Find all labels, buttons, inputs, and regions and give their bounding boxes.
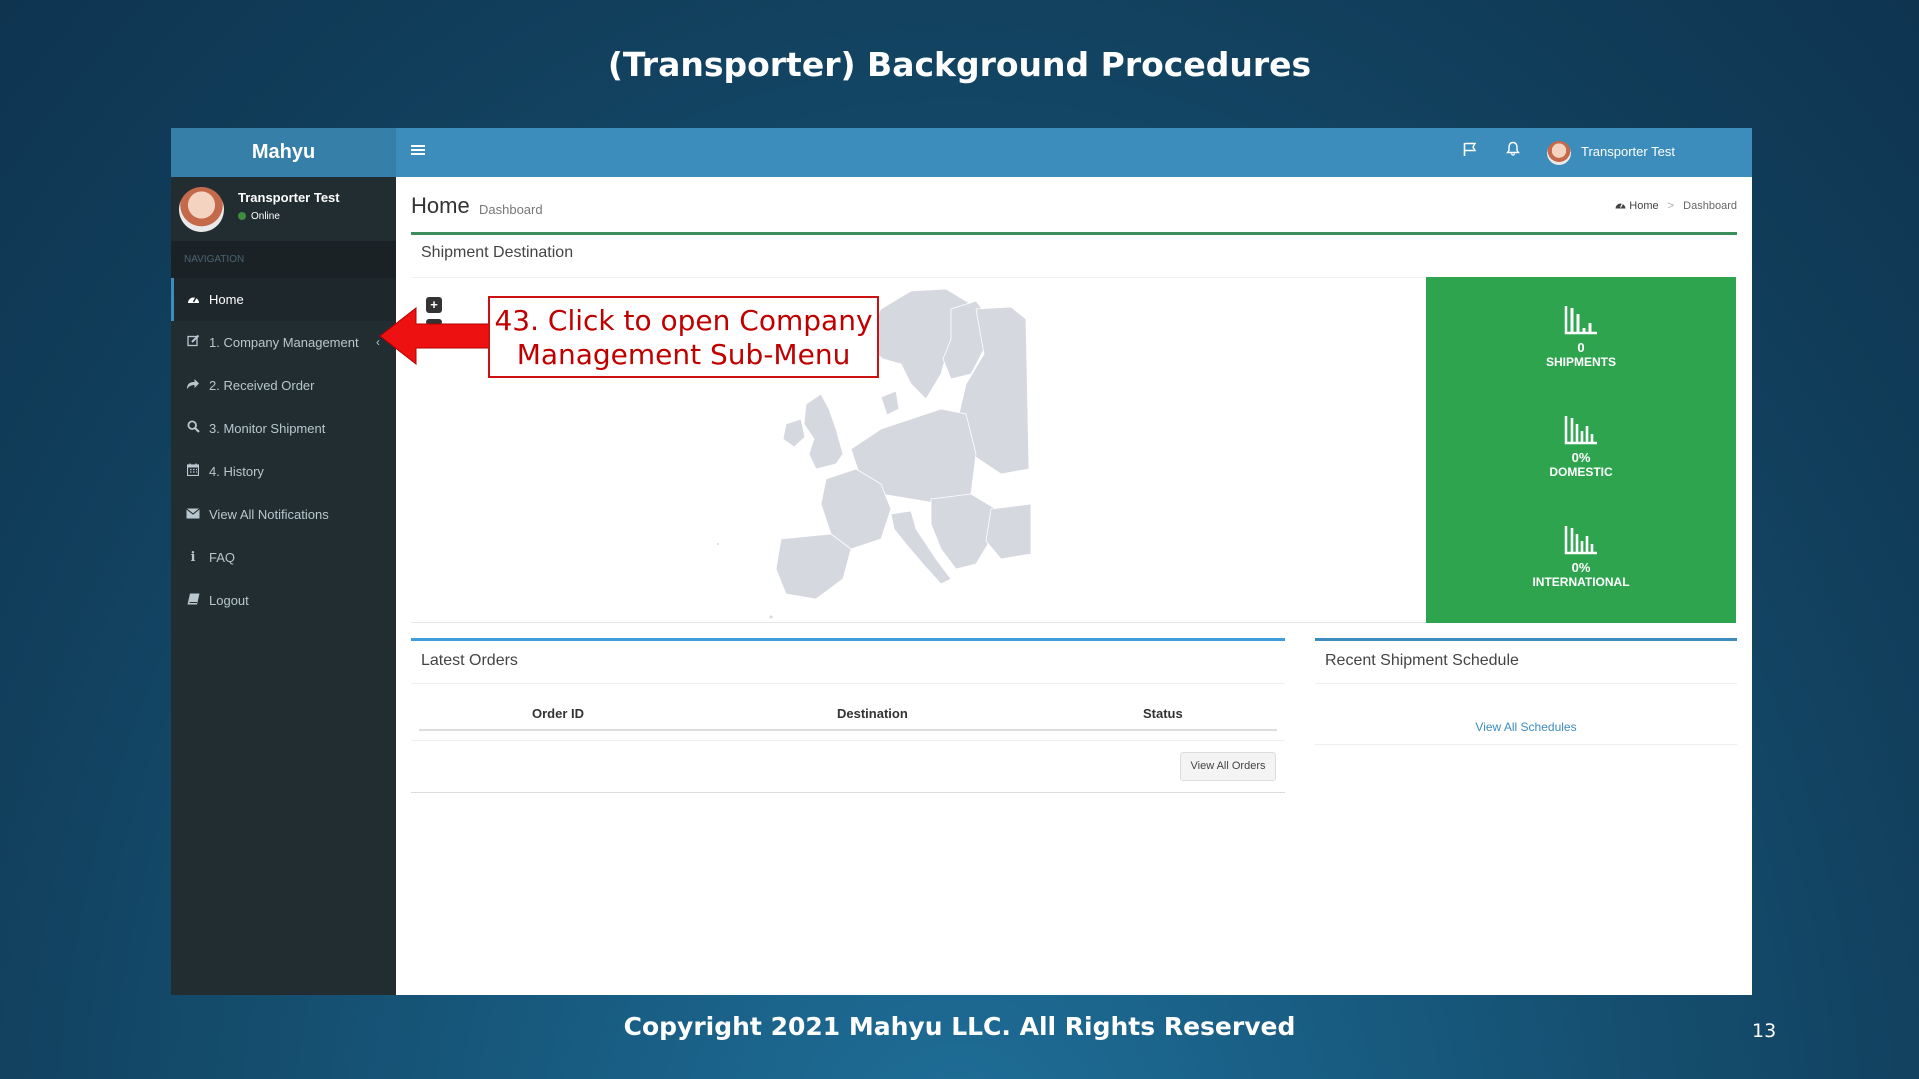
sidebar-item-history[interactable]: 4. History bbox=[171, 450, 396, 493]
box-header: Latest Orders bbox=[411, 641, 1285, 684]
column-header-status[interactable]: Status bbox=[1143, 706, 1183, 721]
bar-chart-icon bbox=[1564, 306, 1597, 335]
nav-header: NAVIGATION bbox=[171, 241, 396, 278]
breadcrumb-separator: > bbox=[1667, 200, 1675, 212]
sidebar-item-label: View All Notifications bbox=[209, 507, 329, 522]
page-subtitle: Dashboard bbox=[479, 202, 543, 217]
app-window: Mahyu Transporter Test Online NAVIGATION… bbox=[171, 128, 1752, 995]
brand-logo[interactable]: Mahyu bbox=[171, 128, 396, 177]
breadcrumb: Home > Dashboard bbox=[1615, 200, 1737, 212]
view-all-orders-button[interactable]: View All Orders bbox=[1180, 752, 1276, 781]
user-name: Transporter Test bbox=[238, 190, 340, 205]
sidebar-item-label: 3. Monitor Shipment bbox=[209, 421, 326, 436]
callout-arrow-icon bbox=[379, 306, 490, 366]
top-navbar: Transporter Test bbox=[396, 128, 1752, 177]
divider bbox=[1315, 683, 1737, 684]
sidebar-item-label: FAQ bbox=[209, 550, 236, 565]
sidebar-item-logout[interactable]: Logout bbox=[171, 579, 396, 622]
dashboard-icon bbox=[1615, 200, 1629, 212]
shipment-destination-box: Shipment Destination + 0 SHIPMENTS 0% DO… bbox=[411, 232, 1737, 623]
stat-value: 0 bbox=[1577, 340, 1585, 355]
avatar bbox=[179, 187, 224, 232]
column-header-order-id[interactable]: Order ID bbox=[532, 706, 584, 721]
divider bbox=[411, 792, 1285, 793]
breadcrumb-current: Dashboard bbox=[1683, 200, 1737, 212]
divider bbox=[411, 622, 1426, 623]
online-dot-icon bbox=[238, 212, 246, 220]
callout-line-2: Management Sub-Menu bbox=[516, 338, 851, 371]
latest-orders-box: Latest Orders Order ID Destination Statu… bbox=[411, 638, 1285, 794]
calendar-icon bbox=[185, 450, 201, 493]
menu-toggle-icon[interactable] bbox=[411, 140, 425, 161]
sidebar-item-monitor-shipment[interactable]: 3. Monitor Shipment bbox=[171, 407, 396, 450]
breadcrumb-home-link[interactable]: Home bbox=[1629, 200, 1658, 212]
instruction-callout: 43. Click to open Company Management Sub… bbox=[488, 296, 879, 378]
user-status-label: Online bbox=[251, 211, 280, 222]
slide-title: (Transporter) Background Procedures bbox=[607, 45, 1312, 84]
stat-domestic: 0% DOMESTIC bbox=[1426, 415, 1736, 479]
slide-page-number: 13 bbox=[1752, 1020, 1777, 1042]
sidebar-item-faq[interactable]: i FAQ bbox=[171, 536, 396, 579]
divider bbox=[419, 729, 1277, 731]
stat-international: 0% INTERNATIONAL bbox=[1426, 525, 1736, 589]
divider bbox=[411, 277, 1426, 278]
sidebar: Transporter Test Online NAVIGATION Home … bbox=[171, 177, 396, 995]
search-icon bbox=[185, 407, 201, 450]
callout-line-1: 43. Click to open Company bbox=[494, 304, 873, 337]
stat-label: DOMESTIC bbox=[1549, 465, 1613, 479]
info-icon: i bbox=[190, 550, 196, 565]
page-title: Home bbox=[411, 193, 470, 218]
recent-shipment-schedule-box: Recent Shipment Schedule View All Schedu… bbox=[1315, 638, 1737, 747]
sidebar-item-company-management[interactable]: 1. Company Management ‹ bbox=[171, 321, 396, 364]
sidebar-item-label: Home bbox=[209, 292, 244, 307]
sidebar-item-home[interactable]: Home bbox=[171, 278, 396, 321]
sidebar-item-label: 4. History bbox=[209, 464, 264, 479]
stat-shipments: 0 SHIPMENTS bbox=[1426, 305, 1736, 369]
sidebar-item-view-all-notifications[interactable]: View All Notifications bbox=[171, 493, 396, 536]
shipment-destination-title: Shipment Destination bbox=[421, 244, 574, 261]
shipment-stats-panel: 0 SHIPMENTS 0% DOMESTIC 0% INTERNATIONAL bbox=[1426, 277, 1736, 623]
envelope-icon bbox=[185, 493, 201, 536]
avatar[interactable] bbox=[1547, 141, 1571, 165]
stat-value: 0% bbox=[1571, 450, 1591, 465]
share-icon bbox=[185, 364, 201, 407]
column-header-destination[interactable]: Destination bbox=[837, 706, 908, 721]
sidebar-item-received-order[interactable]: 2. Received Order bbox=[171, 364, 396, 407]
view-all-schedules-link[interactable]: View All Schedules bbox=[1315, 720, 1737, 734]
topbar-user-name[interactable]: Transporter Test bbox=[1581, 144, 1675, 159]
divider bbox=[411, 740, 1285, 741]
latest-orders-title: Latest Orders bbox=[421, 652, 518, 669]
flag-icon[interactable] bbox=[1463, 142, 1477, 162]
stat-label: SHIPMENTS bbox=[1545, 355, 1616, 369]
user-panel: Transporter Test Online bbox=[171, 177, 396, 241]
sidebar-item-label: 1. Company Management bbox=[209, 335, 359, 350]
recent-shipment-schedule-title: Recent Shipment Schedule bbox=[1325, 652, 1519, 669]
dashboard-icon bbox=[185, 278, 201, 321]
stat-label: INTERNATIONAL bbox=[1532, 575, 1630, 589]
sidebar-item-label: Logout bbox=[209, 593, 249, 608]
slide-footer: Copyright 2021 Mahyu LLC. All Rights Res… bbox=[623, 1012, 1296, 1041]
stat-value: 0% bbox=[1571, 560, 1591, 575]
sidebar-item-label: 2. Received Order bbox=[209, 378, 315, 393]
divider bbox=[1315, 744, 1737, 745]
bar-chart-icon bbox=[1564, 526, 1597, 555]
edit-icon bbox=[185, 321, 201, 364]
user-status: Online bbox=[238, 211, 280, 222]
bell-icon[interactable] bbox=[1506, 141, 1520, 161]
bar-chart-icon bbox=[1564, 416, 1597, 445]
book-icon bbox=[185, 579, 201, 622]
